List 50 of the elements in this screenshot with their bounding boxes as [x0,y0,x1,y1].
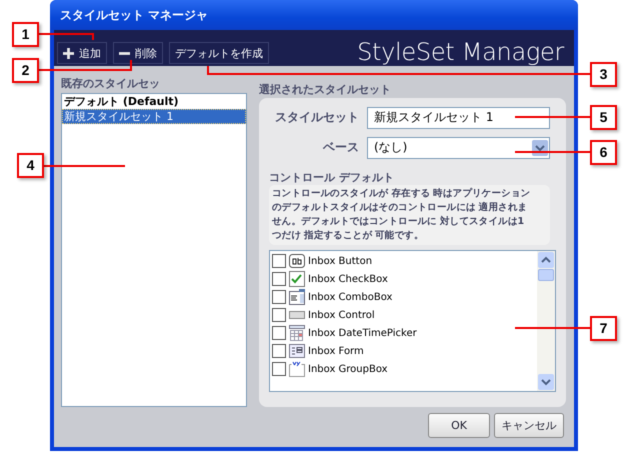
callout-number: 7 [590,316,617,341]
callout-number: 2 [12,58,39,83]
section-label: コントロール デフォルト [269,170,395,185]
control-name: Inbox ComboBox [308,292,392,302]
scroll-up-icon[interactable] [538,252,554,268]
checkbox-control-icon [289,271,305,287]
calendar-icon [289,325,305,341]
field-label: ベース [322,139,360,156]
control-name: Inbox Button [308,256,372,266]
leader-line [39,33,94,40]
groupbox-icon [289,361,305,377]
control-name: Inbox DateTimePicker [308,328,417,338]
control-name: Inbox GroupBox [308,364,388,374]
scroll-thumb[interactable] [538,269,554,281]
scroll-down-icon[interactable] [538,374,554,390]
toolbar-button[interactable]: 追加 [57,42,107,64]
dialog-button[interactable]: OK [428,412,490,438]
section-label: 選択されたスタイルセット [259,82,392,98]
list-item[interactable]: 新規スタイルセット 1 [62,109,246,124]
toolbar-button[interactable]: デフォルトを作成 [169,42,269,64]
app-brand: StyleSet Manager [357,38,564,66]
combobox-control-icon [289,289,305,305]
callout-number: 6 [590,140,617,165]
checkbox[interactable] [272,344,286,358]
window-title: スタイルセット マネージャ [60,6,208,24]
checkbox[interactable] [272,326,286,340]
checkbox[interactable] [272,272,286,286]
callout-number: 3 [590,62,617,87]
form-icon [289,343,305,359]
button-control-icon [289,253,305,269]
description-text: コントロールのスタイルが 存在する 時はアプリケーションのデフォルトスタイルはそのコントロールには 適用されません。デフォルトではコントロールに 対してスタイルは1つだけ 指定することが 可能です。 [269,185,550,245]
callout-number: 5 [590,105,617,130]
checkbox[interactable] [272,308,286,322]
checkbox[interactable] [272,362,286,376]
list-item[interactable]: デフォルト (Default) [62,94,246,109]
dialog-button[interactable]: キャンセル [494,412,564,438]
control-name: Inbox Form [308,346,364,356]
plus-icon [63,48,74,58]
base-dropdown[interactable]: (なし) [367,136,550,158]
callout-number: 1 [12,22,39,47]
field-label: スタイルセット [274,109,360,126]
control-name: Inbox Control [308,310,375,320]
checkbox[interactable] [272,254,286,268]
callout-number: 4 [17,153,44,178]
toolbar-button[interactable]: 削除 [113,42,163,64]
scrollbar[interactable] [537,251,555,391]
section-label: 既存のスタイルセッ [61,76,161,92]
input-field[interactable]: 新規スタイルセット 1 [367,106,550,128]
checkbox[interactable] [272,290,286,304]
control-name: Inbox CheckBox [308,274,388,284]
